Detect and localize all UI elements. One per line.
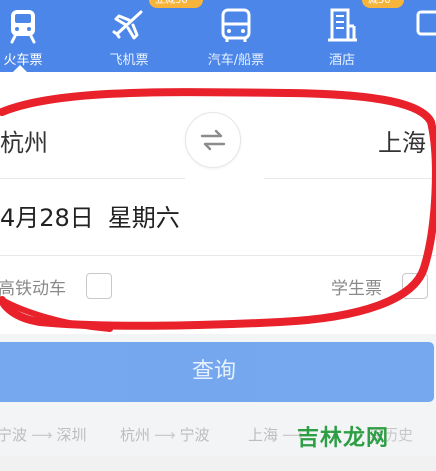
tab-train-tickets[interactable]: 火车票 [0, 0, 68, 72]
swap-cities-button[interactable] [185, 112, 241, 168]
high-speed-only-checkbox[interactable] [86, 273, 112, 299]
train-icon [10, 10, 36, 44]
search-button[interactable]: 查询 [0, 342, 434, 402]
flight-promo-badge: 立减30 [149, 0, 203, 8]
student-ticket-label: 学生票 [331, 279, 382, 299]
city-divider-right [264, 178, 436, 179]
swap-arrows-icon [200, 129, 226, 151]
weekday-text: 星期六 [107, 204, 180, 232]
tab-more[interactable] [402, 0, 436, 72]
tab-train-label: 火车票 [3, 53, 43, 68]
arrival-city[interactable]: 上海 [378, 123, 426, 158]
top-nav-bar: 火车票 飞机票 汽车/船票 酒店 立减30 减50 [0, 0, 436, 73]
history-item[interactable]: 杭州 ⟶ 宁波 [120, 424, 210, 445]
route-arrow-icon: ⟶ [31, 426, 53, 444]
history-item[interactable]: 宁波 ⟶ 深圳 [0, 424, 87, 445]
tab-hotel-label: 酒店 [328, 53, 355, 68]
date-divider [0, 255, 436, 256]
tab-bus-label: 汽车/船票 [207, 53, 265, 68]
plane-icon [112, 10, 143, 40]
history-from: 宁波 [0, 426, 28, 444]
tab-hotel[interactable]: 酒店 [297, 0, 387, 72]
history-from: 杭州 [120, 426, 151, 444]
departure-date[interactable]: 4月28日 星期六 [0, 198, 180, 233]
tab-flight-label: 飞机票 [109, 53, 149, 68]
history-to: 深圳 [56, 426, 87, 444]
city-divider-left [0, 178, 185, 179]
history-to: 宁波 [179, 426, 210, 444]
departure-city[interactable]: 杭州 [0, 123, 48, 158]
more-icon [416, 10, 436, 36]
history-from: 上海 [248, 426, 279, 444]
bottom-strip [0, 456, 436, 471]
route-arrow-icon: ⟶ [154, 426, 176, 444]
bus-icon [221, 8, 251, 42]
hotel-icon [328, 8, 357, 42]
student-ticket-checkbox[interactable] [402, 273, 428, 299]
hotel-promo-badge: 减50 [362, 0, 404, 8]
tab-bus-ship-tickets[interactable]: 汽车/船票 [191, 0, 281, 72]
high-speed-only-label: 高铁动车 [0, 279, 66, 299]
tab-flight-tickets[interactable]: 飞机票 [84, 0, 174, 72]
watermark-logo: 吉林龙网 [297, 426, 390, 451]
date-text: 4月28日 [0, 204, 94, 232]
